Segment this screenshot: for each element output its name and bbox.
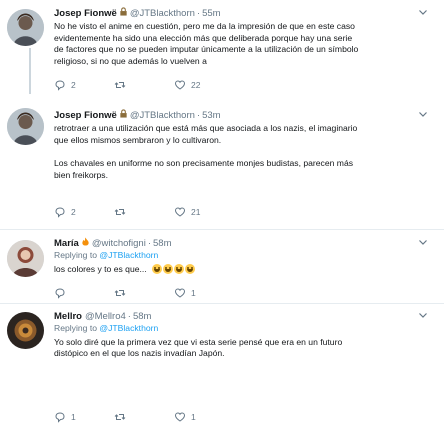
retweet-icon [114,79,126,91]
timestamp[interactable]: 58m [133,310,151,323]
reply-icon [54,287,66,299]
avatar[interactable] [7,108,44,145]
reply-icon [54,206,66,218]
tweet-header: Josep Fionwë @JTBlackthorn · 55m [54,7,434,20]
tweet-text: No he visto el anime en cuestión, pero m… [54,21,359,66]
reply-button[interactable] [54,287,114,299]
user-handle[interactable]: @Mellro4 [85,310,126,323]
replying-to: Replying to @JTBlackthorn [54,323,159,333]
tweet-3[interactable]: María @witchofigni · 58m Replying to @JT… [0,229,444,303]
display-name[interactable]: Mellro [54,310,82,323]
user-handle[interactable]: @JTBlackthorn [130,109,195,122]
caret-down-icon[interactable] [418,109,428,119]
separator-dot: · [147,238,151,249]
user-handle[interactable]: @JTBlackthorn [130,7,195,20]
like-count: 21 [191,207,201,217]
like-count: 22 [191,80,201,90]
separator-dot: · [196,110,201,121]
avatar[interactable] [7,312,44,349]
tweet-4[interactable]: Mellro @Mellro4 · 58m Replying to @JTBla… [0,303,444,426]
retweet-button[interactable] [114,287,174,299]
tweet-text: retrotraer a una utilización que está má… [54,123,358,145]
like-count: 1 [191,412,196,422]
reply-button[interactable]: 2 [54,79,114,91]
replying-to: Replying to @JTBlackthorn [54,250,159,260]
tweet-2[interactable]: Josep Fionwë @JTBlackthorn · 53m retrotr… [0,96,444,229]
like-icon [174,411,186,423]
tweet-actions: 2 21 [54,206,200,218]
lock-icon [119,109,128,122]
timestamp[interactable]: 53m [202,109,220,122]
laughing-face-icon [174,263,185,274]
reply-count: 1 [71,412,76,422]
fire-icon [81,237,90,250]
timeline: Josep Fionwë @JTBlackthorn · 55m No he v… [0,0,444,426]
like-icon [174,79,186,91]
tweet-header: Mellro @Mellro4 · 58m [54,310,434,323]
like-icon [174,206,186,218]
avatar[interactable] [7,9,44,46]
separator-dot: · [127,311,131,322]
like-count: 1 [191,288,196,298]
tweet-header: Josep Fionwë @JTBlackthorn · 53m [54,109,434,122]
avatar[interactable] [7,240,44,277]
reply-handle-link[interactable]: @JTBlackthorn [99,323,158,333]
retweet-button[interactable] [114,206,174,218]
reply-icon [54,411,66,423]
tweet-text: Yo solo diré que la primera vez que vi e… [54,336,343,359]
retweet-icon [114,411,126,423]
reply-handle-link[interactable]: @JTBlackthorn [99,250,158,260]
tweet-actions: 1 [54,287,196,299]
reply-button[interactable]: 2 [54,206,114,218]
reply-button[interactable]: 1 [54,411,114,423]
tweet-actions: 1 1 [54,411,196,423]
emoji-group [152,263,196,274]
like-button[interactable]: 21 [174,206,200,218]
like-icon [174,287,186,299]
tweet-text-paragraph-2: Los chavales en uniforme no son precisam… [54,158,354,180]
reply-count: 2 [71,80,76,90]
tweet-actions: 2 22 [54,79,200,91]
laughing-face-icon [163,263,174,274]
timestamp[interactable]: 55m [202,7,220,20]
user-handle[interactable]: @witchofigni [92,237,146,250]
timestamp[interactable]: 58m [153,237,171,250]
tweet-header: María @witchofigni · 58m [54,237,434,250]
caret-down-icon[interactable] [418,310,428,320]
retweet-icon [114,287,126,299]
caret-down-icon[interactable] [418,237,428,247]
reply-icon [54,79,66,91]
display-name[interactable]: Josep Fionwë [54,109,117,122]
separator-dot: · [196,8,201,19]
tweet-text: los colores y to es que... [54,263,434,276]
like-button[interactable]: 1 [174,411,196,423]
like-button[interactable]: 22 [174,79,200,91]
display-name[interactable]: Josep Fionwë [54,7,117,20]
like-button[interactable]: 1 [174,287,196,299]
lock-icon [119,7,128,20]
retweet-icon [114,206,126,218]
reply-count: 2 [71,207,76,217]
caret-down-icon[interactable] [418,7,428,17]
laughing-face-icon [152,263,163,274]
tweet-1[interactable]: Josep Fionwë @JTBlackthorn · 55m No he v… [0,0,444,96]
retweet-button[interactable] [114,79,174,91]
display-name[interactable]: María [54,237,79,250]
laughing-face-icon [185,263,196,274]
retweet-button[interactable] [114,411,174,423]
